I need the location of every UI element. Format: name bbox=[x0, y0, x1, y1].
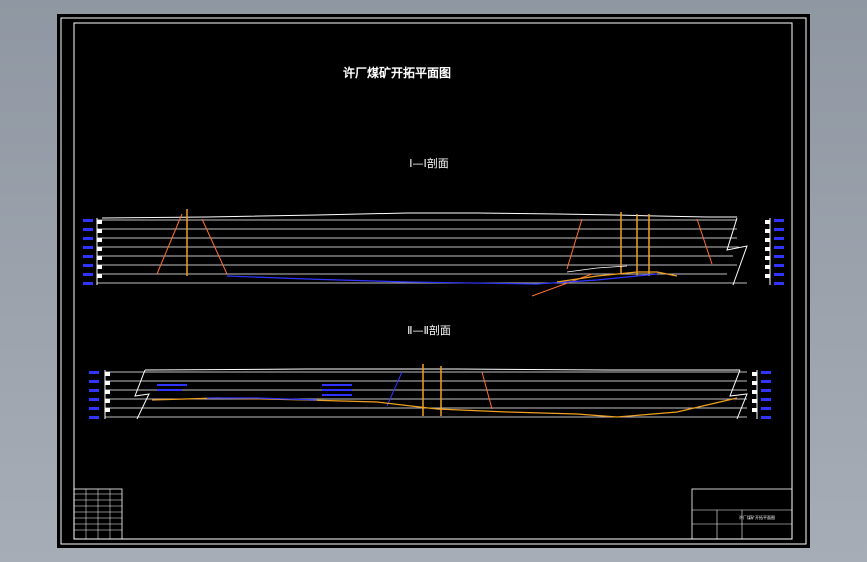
title-block: 许厂煤矿开拓平面图 bbox=[691, 488, 793, 540]
drawing-sheet: 许厂煤矿开拓平面图 Ⅰ—Ⅰ剖面 Ⅱ—Ⅱ剖面 许厂煤矿开拓平面图 bbox=[57, 14, 810, 548]
drawing-title: 许厂煤矿开拓平面图 bbox=[343, 65, 451, 80]
legend-table bbox=[73, 488, 123, 540]
section-2-profile bbox=[89, 364, 771, 420]
section-1-label: Ⅰ—Ⅰ剖面 bbox=[409, 156, 449, 170]
title-block-name: 许厂煤矿开拓平面图 bbox=[739, 514, 775, 520]
outer-frame bbox=[60, 17, 807, 545]
section-2-label: Ⅱ—Ⅱ剖面 bbox=[407, 323, 451, 337]
inner-frame bbox=[73, 22, 793, 540]
section-1-profile bbox=[83, 209, 784, 297]
cad-drawing: 许厂煤矿开拓平面图 Ⅰ—Ⅰ剖面 Ⅱ—Ⅱ剖面 许厂煤矿开拓平面图 bbox=[60, 17, 807, 545]
